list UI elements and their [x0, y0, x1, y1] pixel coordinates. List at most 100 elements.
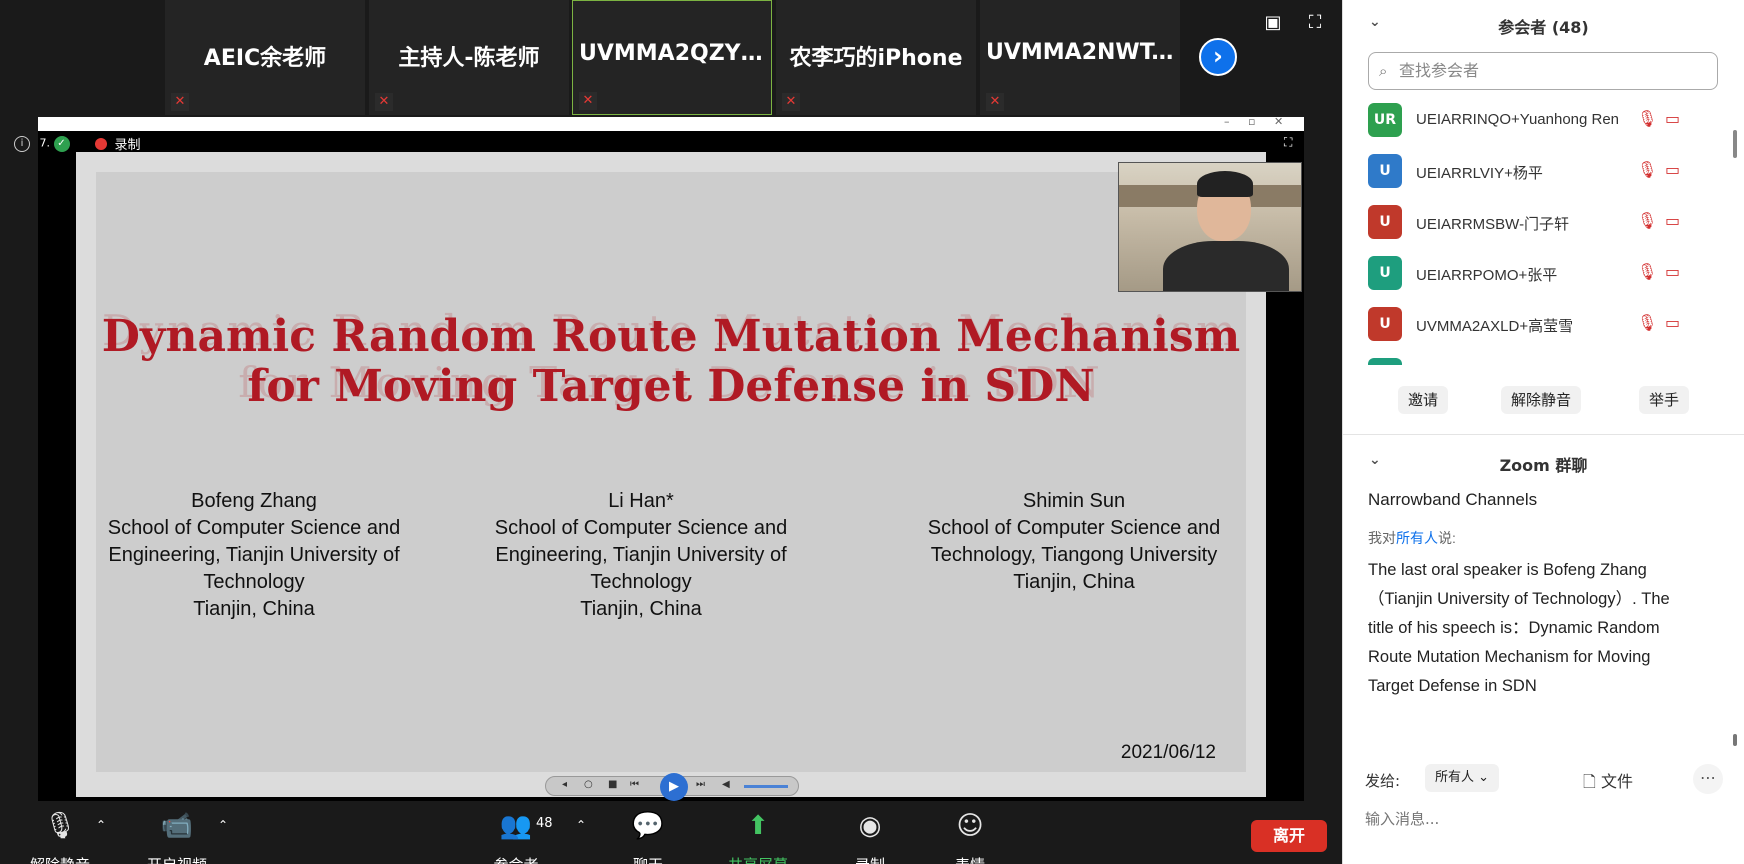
muted-mic-icon[interactable]: 🎙 — [1637, 262, 1657, 281]
meeting-info-bar: i 7. ✓ 录制 — [14, 134, 141, 153]
meeting-toolbar: 🎙 解除静音 ⌃ 📹 开启视频 ⌃ 👥 参会者 48 ⌃ 💬 聊天 ⬆ 共享屏幕 — [0, 808, 1342, 864]
chat-previous-message: Narrowband Channels — [1368, 490, 1538, 509]
video-off-icon[interactable]: ▭ — [1665, 160, 1680, 179]
participant-row[interactable]: U UVMMA2AXLD+高莹雪 🎙 ▭ — [1343, 299, 1731, 350]
muted-mic-icon: ✕ — [986, 93, 1004, 111]
chat-recipient-link[interactable]: 所有人 — [1396, 530, 1438, 546]
next-page-button[interactable]: › — [1199, 38, 1237, 76]
meeting-area: AEIC余老师 ✕ 主持人-陈老师 ✕ UVMMA2QZYL... ✕ 农李巧的… — [0, 0, 1342, 864]
repeat-icon[interactable]: ○ — [584, 779, 593, 790]
thumbnail-name: UVMMA2QZYL... — [579, 41, 771, 66]
muted-mic-icon[interactable]: 🎙 — [1637, 313, 1657, 332]
participant-list: UR UEIARRINQO+Yuanhong Ren 🎙 ▭ U UEIARRL… — [1343, 95, 1731, 365]
avatar: U — [1368, 154, 1402, 188]
participant-search-input[interactable]: ⌕ 查找参会者 — [1368, 52, 1718, 90]
chat-message-input[interactable] — [1365, 804, 1725, 834]
recording-dot-icon — [95, 137, 107, 150]
media-player-bar: ◂ ○ ■ ⏮ ▶ ⏭ ◀ — [545, 773, 799, 801]
volume-icon[interactable]: ◀ — [722, 779, 730, 790]
unmute-button[interactable]: 🎙 解除静音 — [20, 808, 100, 864]
video-off-icon[interactable]: ▭ — [1665, 109, 1680, 128]
slide-title-line: for Moving Target Defense in SDN — [247, 361, 1095, 412]
speaker-body — [1163, 241, 1289, 291]
view-layout-icon[interactable]: ▣ — [1262, 12, 1284, 34]
send-to-select[interactable]: 所有人 ⌄ — [1425, 764, 1500, 792]
participant-row[interactable]: U UEIARRMSBW-门子轩 🎙 ▭ — [1343, 197, 1731, 248]
muted-mic-icon[interactable]: 🎙 — [1637, 109, 1657, 128]
chat-title: Zoom 群聊 — [1499, 456, 1588, 475]
video-thumbnail[interactable]: 主持人-陈老师 ✕ — [369, 0, 569, 115]
presentation-slide: Dynamic Random Route Mutation Mechanism … — [76, 152, 1302, 797]
video-off-icon[interactable]: ▭ — [1665, 313, 1680, 332]
share-screen-label: 共享屏幕 — [718, 854, 798, 864]
stop-icon[interactable]: ■ — [608, 779, 617, 790]
video-off-icon[interactable]: ▭ — [1665, 211, 1680, 230]
video-thumbnail-strip: AEIC余老师 ✕ 主持人-陈老师 ✕ UVMMA2QZYL... ✕ 农李巧的… — [0, 0, 1342, 116]
reactions-label: 表情 — [930, 854, 1010, 864]
muted-mic-icon[interactable]: 🎙 — [1637, 211, 1657, 230]
minimize-icon: – — [1224, 115, 1230, 128]
security-shield-icon[interactable]: ✓ — [53, 135, 70, 152]
start-video-label: 开启视频 — [137, 854, 217, 864]
speaker-hair — [1197, 171, 1253, 197]
video-thumbnail-active[interactable]: UVMMA2QZYL... ✕ — [572, 0, 772, 115]
author-place: Tianjin, China — [193, 598, 315, 620]
invite-button[interactable]: 邀请 — [1398, 386, 1449, 414]
play-button[interactable]: ▶ — [660, 773, 688, 801]
avatar: U — [1368, 307, 1402, 341]
fullscreen-icon[interactable]: ⛶ — [1304, 12, 1326, 34]
participant-row[interactable]: U UEIARRLVIY+杨平 🎙 ▭ — [1343, 146, 1731, 197]
chat-message: The last oral speaker is Bofeng Zhang（Ti… — [1368, 561, 1670, 695]
search-placeholder: 查找参会者 — [1399, 61, 1480, 80]
chat-scrollbar[interactable] — [1731, 490, 1739, 750]
unmute-all-button[interactable]: 解除静音 — [1501, 386, 1582, 414]
leave-button[interactable]: 离开 — [1251, 820, 1327, 852]
chat-messages: Narrowband Channels 我对所有人说: The last ora… — [1368, 490, 1688, 701]
participant-list-scrollbar[interactable] — [1731, 95, 1739, 365]
shared-screen: Dynamic Random Route Mutation Mechanism … — [38, 131, 1304, 801]
participant-row[interactable] — [1343, 350, 1731, 365]
participant-row[interactable]: UR UEIARRINQO+Yuanhong Ren 🎙 ▭ — [1343, 95, 1731, 146]
participants-title: 参会者 (48) — [1498, 18, 1589, 37]
muted-mic-icon[interactable]: 🎙 — [1637, 160, 1657, 179]
raise-hand-button[interactable]: 举手 — [1639, 386, 1690, 414]
info-icon[interactable]: i — [14, 135, 30, 152]
prev-icon[interactable]: ◂ — [562, 779, 567, 790]
share-screen-button[interactable]: ⬆ 共享屏幕 — [718, 808, 798, 864]
chat-message-meta: 我对所有人说: — [1368, 528, 1688, 548]
expand-view-icon[interactable]: ⛶ — [1284, 135, 1292, 150]
participants-options-caret-icon[interactable]: ⌃ — [576, 818, 586, 832]
avatar: UR — [1368, 103, 1402, 137]
send-to-label: 发给: — [1365, 772, 1401, 790]
reactions-button[interactable]: ☺ 表情 — [930, 808, 1010, 864]
panel-divider — [1343, 434, 1744, 435]
volume-slider[interactable] — [744, 785, 788, 788]
search-icon: ⌕ — [1379, 62, 1388, 80]
start-video-button[interactable]: 📹 开启视频 — [137, 808, 217, 864]
shared-window-titlebar: – ▫ ✕ — [38, 115, 1304, 131]
more-options-button[interactable]: ⋯ — [1693, 764, 1723, 794]
audio-options-caret-icon[interactable]: ⌃ — [96, 818, 106, 832]
rewind-icon[interactable]: ⏮ — [630, 779, 639, 790]
forward-icon[interactable]: ⏭ — [696, 779, 705, 790]
file-button[interactable]: 🗋 文件 — [1583, 768, 1633, 798]
muted-mic-icon: ✕ — [579, 92, 597, 110]
zoom-app: AEIC余老师 ✕ 主持人-陈老师 ✕ UVMMA2QZYL... ✕ 农李巧的… — [0, 0, 1744, 864]
chat-button[interactable]: 💬 聊天 — [608, 808, 688, 864]
video-options-caret-icon[interactable]: ⌃ — [218, 818, 228, 832]
collapse-chevron-icon[interactable]: ⌄ — [1369, 14, 1381, 30]
video-thumbnail[interactable]: AEIC余老师 ✕ — [165, 0, 365, 115]
slide-title: Dynamic Random Route Mutation Mechanism … — [96, 312, 1246, 412]
speaker-video[interactable] — [1118, 162, 1302, 292]
record-button[interactable]: ◉ 录制 — [830, 808, 910, 864]
video-thumbnail[interactable]: UVMMA2NWT... ✕ — [980, 0, 1180, 115]
video-off-icon[interactable]: ▭ — [1665, 262, 1680, 281]
collapse-chevron-icon[interactable]: ⌄ — [1369, 452, 1381, 468]
participant-actions: 邀请 解除静音 举手 — [1343, 386, 1744, 416]
participant-row[interactable]: U UEIARRPOMO+张平 🎙 ▭ — [1343, 248, 1731, 299]
video-thumbnail[interactable]: 农李巧的iPhone ✕ — [776, 0, 976, 115]
slide-author: Bofeng Zhang School of Computer Science … — [94, 488, 414, 623]
participants-header: ⌄ 参会者 (48) — [1343, 14, 1744, 38]
slide-date: 2021/06/12 — [1120, 742, 1216, 763]
avatar: U — [1368, 256, 1402, 290]
